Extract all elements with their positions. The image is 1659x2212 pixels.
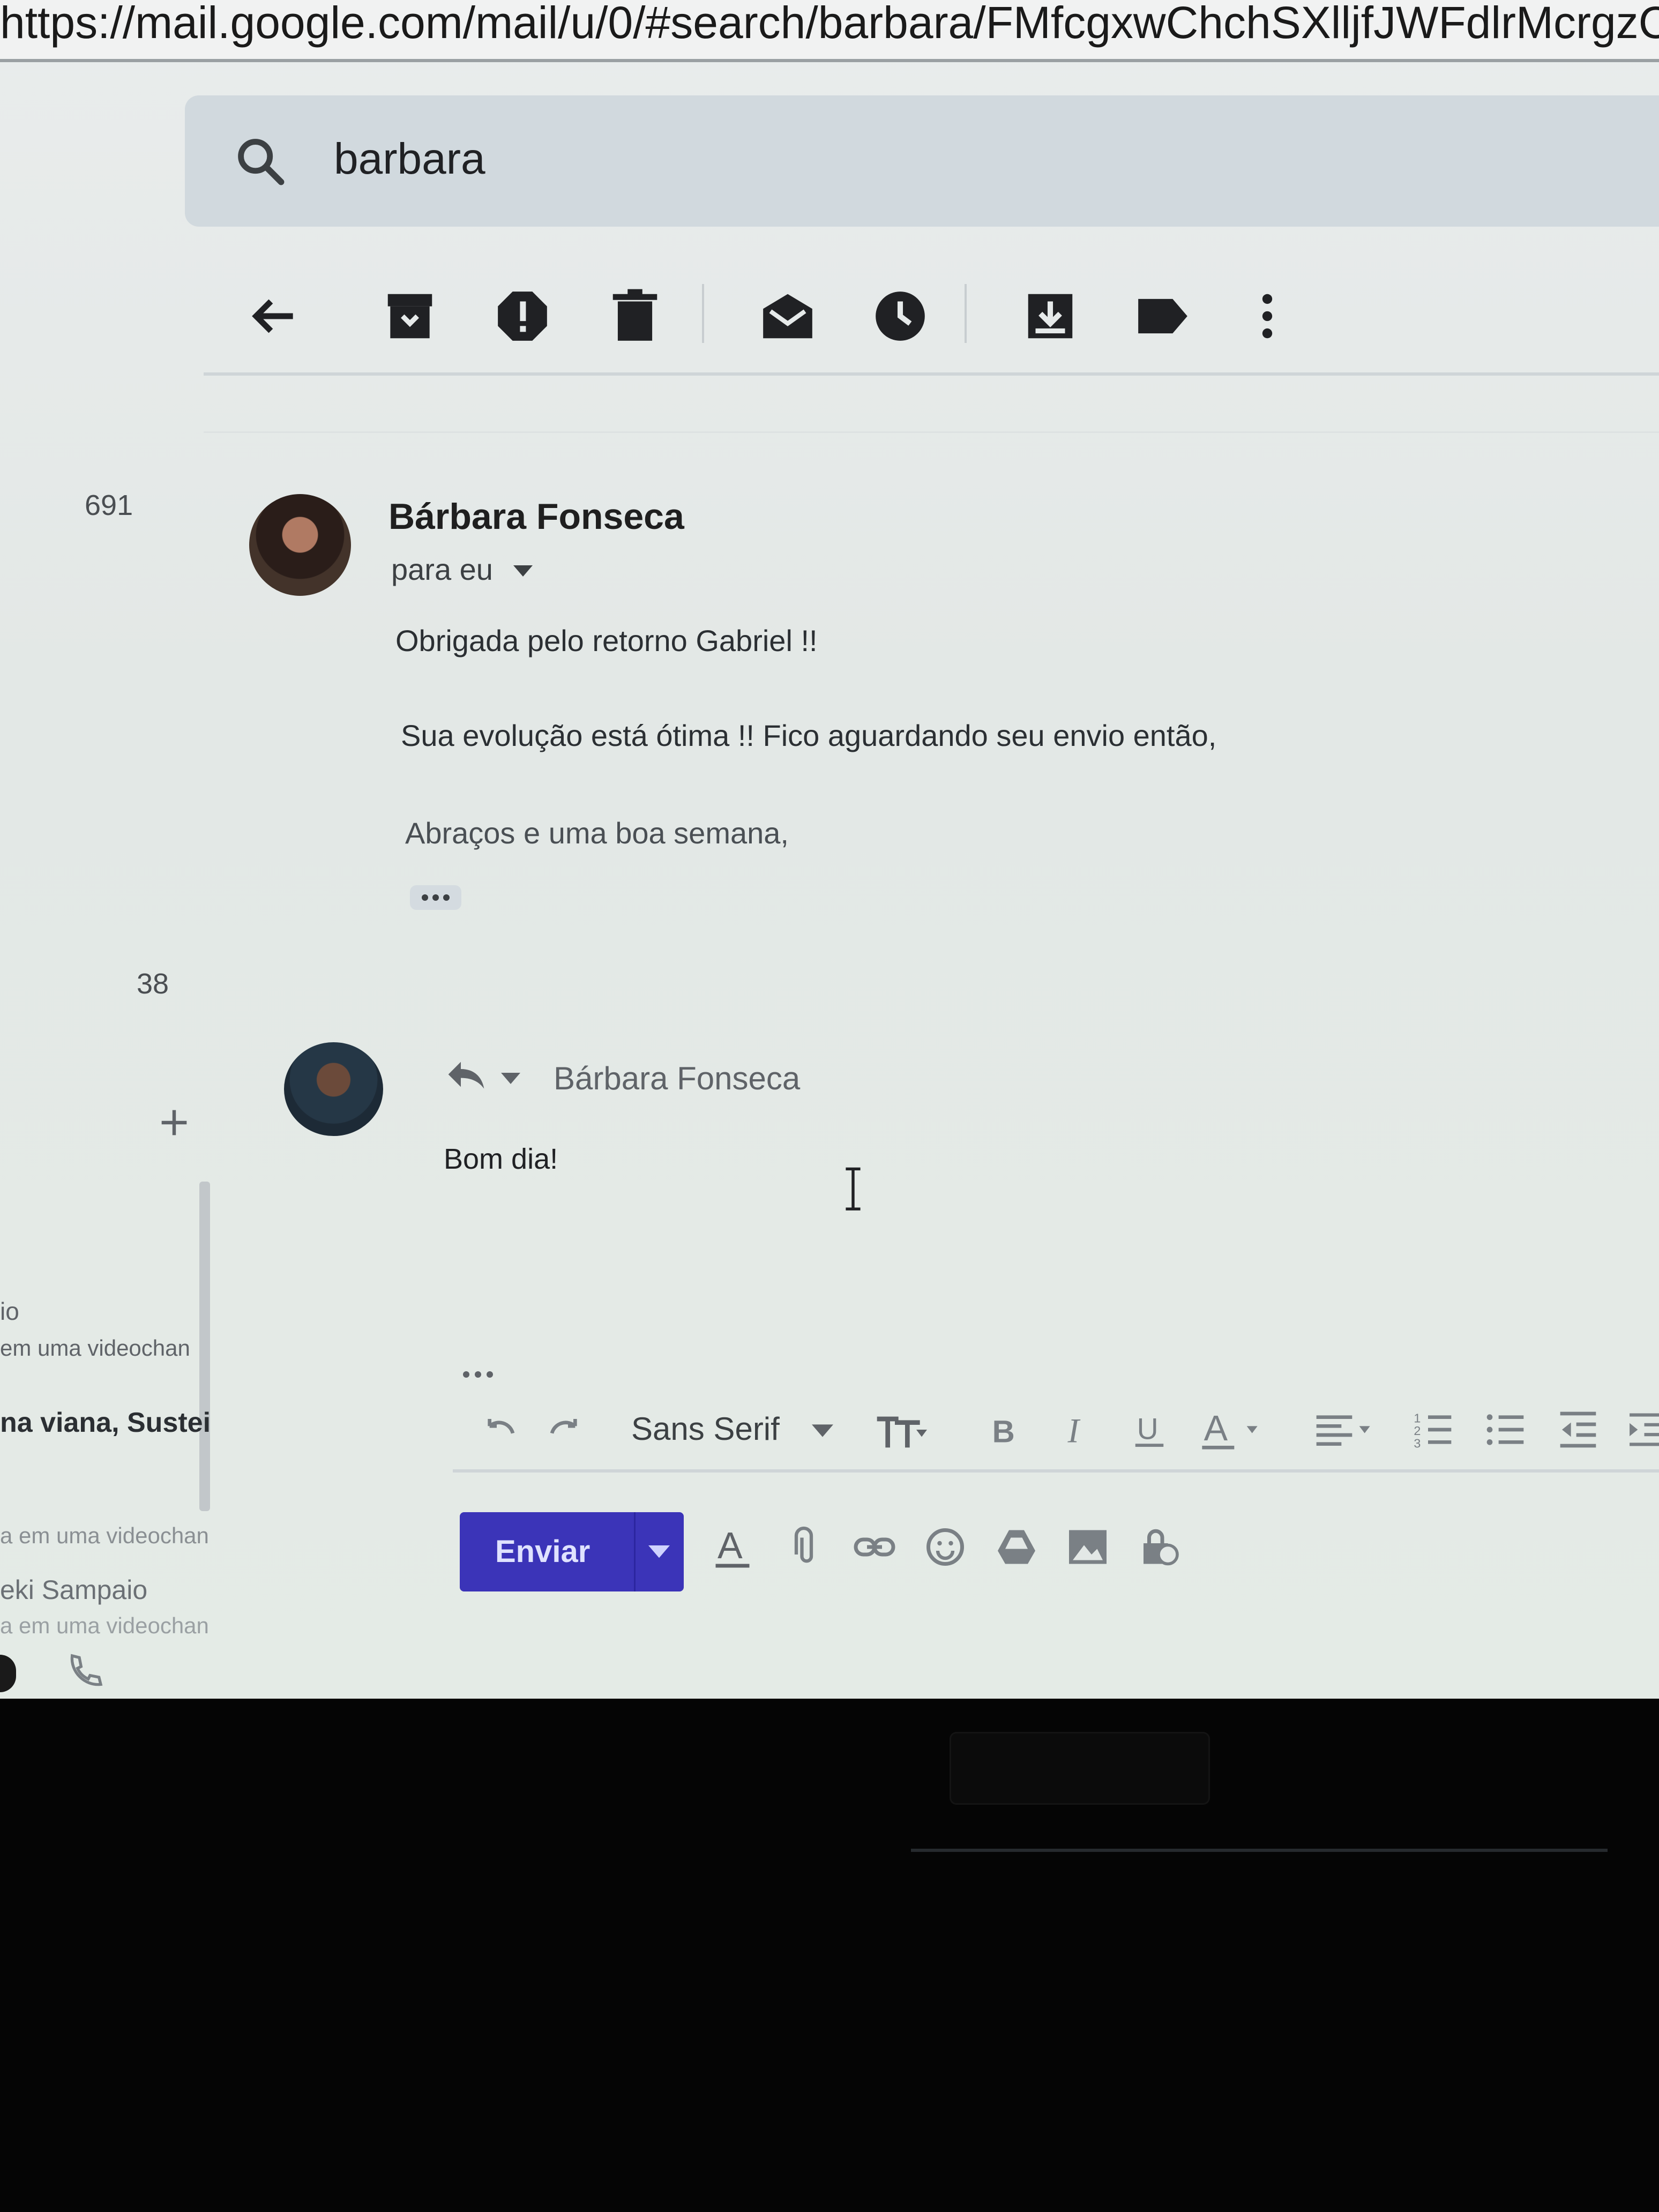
message-body-line: Abraços e uma boa semana, (405, 816, 789, 850)
delete-icon[interactable] (606, 287, 664, 346)
video-icon[interactable] (0, 1655, 16, 1692)
formatting-divider-line (453, 1469, 1659, 1473)
text-cursor-icon (844, 1167, 862, 1210)
confidential-mode-icon[interactable] (1136, 1525, 1181, 1570)
chat-item-status: a em uma videochan (0, 1613, 209, 1638)
send-button[interactable]: Enviar (460, 1512, 684, 1591)
svg-text:2: 2 (1414, 1424, 1421, 1438)
insert-emoji-icon[interactable] (923, 1525, 968, 1570)
search-icon[interactable] (233, 134, 287, 188)
font-family-select[interactable]: Sans Serif (631, 1410, 780, 1447)
google-drive-icon[interactable] (994, 1525, 1039, 1570)
unread-count: 691 (85, 489, 133, 521)
reply-body-input[interactable]: Bom dia! (444, 1142, 558, 1176)
svg-text:A: A (718, 1525, 743, 1566)
send-button-divider (634, 1512, 636, 1591)
recipient-line: para eu (391, 552, 493, 586)
chevron-down-icon[interactable] (513, 565, 533, 577)
message-body-line: Obrigada pelo retorno Gabriel !! (395, 624, 818, 657)
phone-icon[interactable] (63, 1650, 106, 1693)
scrollbar[interactable] (199, 1182, 210, 1511)
chat-item-name[interactable]: eki Sampaio (0, 1574, 147, 1605)
underline-icon[interactable]: U (1131, 1408, 1168, 1451)
chat-item-text: io (0, 1297, 19, 1325)
svg-text:I: I (1067, 1411, 1081, 1449)
mark-unread-icon[interactable] (758, 287, 817, 346)
chevron-down-icon[interactable] (648, 1545, 670, 1558)
redo-icon[interactable] (547, 1408, 589, 1451)
show-trimmed-content-button[interactable] (410, 885, 461, 910)
undo-icon[interactable] (475, 1408, 518, 1451)
more-options-icon[interactable] (1238, 287, 1297, 346)
archive-icon[interactable] (380, 287, 439, 346)
svg-text:U: U (1137, 1413, 1159, 1446)
search-bar[interactable]: barbara (185, 95, 1659, 227)
bold-icon[interactable]: B (986, 1408, 1023, 1451)
reply-icon[interactable] (445, 1058, 488, 1090)
chat-item-name[interactable]: na viana, Sustei (0, 1407, 211, 1439)
bezel-reflection (911, 1849, 1608, 1852)
attach-file-icon[interactable] (781, 1525, 826, 1570)
formatting-options-icon[interactable]: A (710, 1525, 755, 1570)
screen: https://mail.google.com/mail/u/0/#search… (0, 0, 1659, 1699)
send-button-label: Enviar (495, 1534, 591, 1569)
toolbar-divider (702, 284, 704, 343)
insert-photo-icon[interactable] (1065, 1525, 1110, 1570)
insert-link-icon[interactable] (852, 1525, 897, 1570)
svg-text:A: A (1204, 1409, 1228, 1448)
toolbar-divider-line (204, 372, 1659, 376)
reply-compose: Bárbara Fonseca Bom dia! (397, 1023, 1659, 1699)
thread-divider-line (204, 431, 1659, 433)
url-text: https://mail.google.com/mail/u/0/#search… (0, 0, 1659, 48)
svg-text:1: 1 (1414, 1411, 1421, 1425)
sender-name[interactable]: Bárbara Fonseca (388, 496, 684, 537)
laptop-logo (951, 1733, 1208, 1803)
bulleted-list-icon[interactable] (1484, 1408, 1527, 1451)
show-trimmed-content-button[interactable] (460, 1366, 497, 1382)
reply-recipient[interactable]: Bárbara Fonseca (554, 1060, 800, 1097)
label-icon[interactable] (1133, 287, 1192, 346)
indent-more-icon[interactable] (1626, 1408, 1659, 1451)
text-color-icon[interactable]: A (1200, 1408, 1265, 1451)
svg-text:B: B (992, 1414, 1015, 1449)
snooze-icon[interactable] (871, 287, 930, 346)
report-spam-icon[interactable] (493, 287, 552, 346)
message-toolbar (204, 279, 1650, 354)
chat-item-status: a em uma videochan (0, 1523, 209, 1548)
toolbar-divider (965, 284, 967, 343)
chevron-down-icon[interactable] (501, 1073, 520, 1085)
unread-count: 38 (137, 968, 169, 1000)
chat-item-status: em uma videochan (0, 1335, 190, 1361)
search-input[interactable]: barbara (334, 134, 485, 184)
message-body-line: Sua evolução está ótima !! Fico aguardan… (401, 719, 1217, 752)
align-icon[interactable] (1310, 1408, 1380, 1451)
italic-icon[interactable]: I (1058, 1408, 1096, 1451)
svg-text:3: 3 (1414, 1436, 1421, 1450)
add-icon[interactable] (155, 1104, 193, 1141)
font-size-icon[interactable] (871, 1408, 930, 1451)
formatting-toolbar: Sans Serif B I U A 123 (453, 1399, 1659, 1463)
avatar[interactable] (249, 494, 351, 596)
back-icon[interactable] (244, 287, 303, 346)
address-bar[interactable]: https://mail.google.com/mail/u/0/#search… (0, 0, 1659, 62)
numbered-list-icon[interactable]: 123 (1412, 1408, 1455, 1451)
avatar (284, 1042, 383, 1136)
indent-less-icon[interactable] (1557, 1408, 1600, 1451)
move-to-icon[interactable] (1021, 287, 1080, 346)
chevron-down-icon[interactable] (812, 1424, 833, 1437)
